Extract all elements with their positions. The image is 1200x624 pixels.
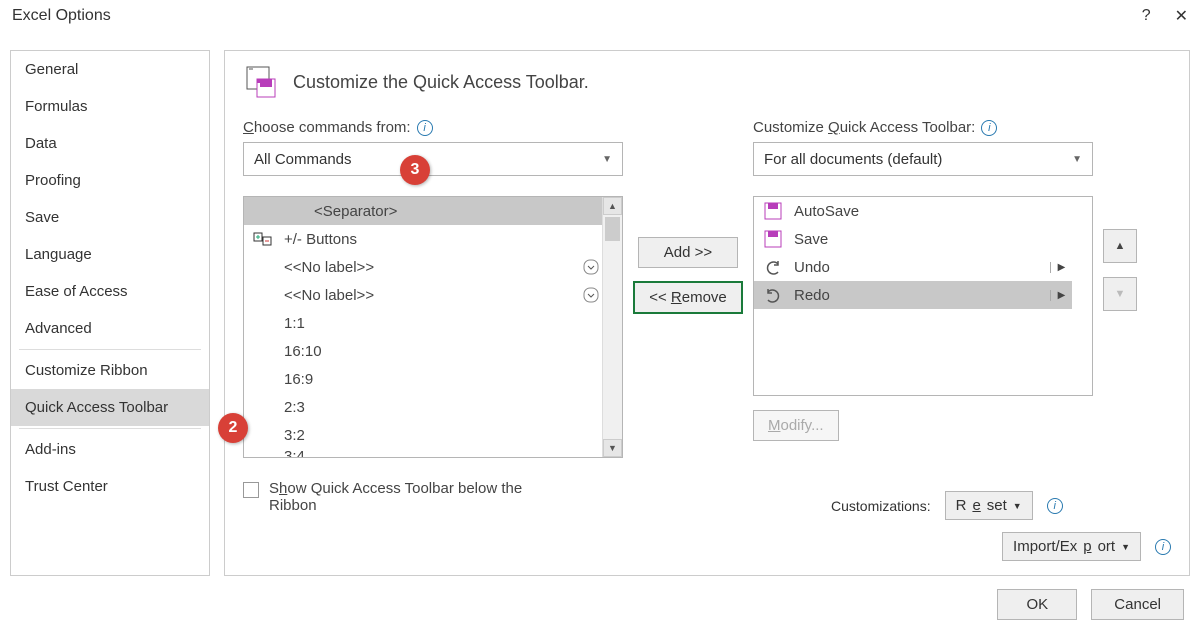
info-icon[interactable]: i <box>1047 498 1063 514</box>
add-remove-section: Add >> << Remove <box>623 119 753 514</box>
move-up-button[interactable]: ▲ <box>1103 229 1137 263</box>
ok-button[interactable]: OK <box>997 589 1077 620</box>
customizations-label: Customizations: <box>831 498 931 514</box>
choose-commands-label: Choose commands from: <box>243 119 411 136</box>
sidebar-separator <box>19 349 201 350</box>
list-item[interactable]: 2:3 <box>244 393 602 421</box>
scroll-down-button[interactable]: ▼ <box>603 439 622 457</box>
info-icon[interactable]: i <box>417 120 433 136</box>
customize-qat-section: Customize Quick Access Toolbar: i For al… <box>753 119 1093 514</box>
move-down-button: ▼ <box>1103 277 1137 311</box>
qat-heading-icon <box>243 65 281 99</box>
titlebar: Excel Options ? ✕ <box>0 0 1200 32</box>
help-button[interactable]: ? <box>1142 7 1151 25</box>
customizations-section: Customizations: Reset ▼ i Import/Export … <box>831 479 1171 561</box>
redo-icon <box>762 286 784 304</box>
list-item-autosave[interactable]: AutoSave <box>754 197 1072 225</box>
sidebar-item-ease-of-access[interactable]: Ease of Access <box>11 273 209 310</box>
info-icon[interactable]: i <box>981 120 997 136</box>
category-sidebar: General Formulas Data Proofing Save Lang… <box>10 50 210 576</box>
list-item[interactable]: 1:1 <box>244 309 602 337</box>
sidebar-item-add-ins[interactable]: Add-ins <box>11 431 209 468</box>
show-qat-below-ribbon-label: Show Quick Access Toolbar below the Ribb… <box>269 480 569 514</box>
import-export-button[interactable]: Import/Export ▼ <box>1002 532 1141 561</box>
sidebar-item-customize-ribbon[interactable]: Customize Ribbon <box>11 352 209 389</box>
list-item[interactable]: <<No label>> <box>244 281 602 309</box>
dropdown-indicator-icon <box>580 287 602 303</box>
chevron-down-icon: ▼ <box>602 154 612 165</box>
scroll-thumb[interactable] <box>605 217 620 241</box>
list-item-redo[interactable]: Redo ▶ <box>754 281 1072 309</box>
save-icon <box>762 202 784 220</box>
list-item-save[interactable]: Save <box>754 225 1072 253</box>
sidebar-item-save[interactable]: Save <box>11 199 209 236</box>
info-icon[interactable]: i <box>1155 539 1171 555</box>
reset-button[interactable]: Reset ▼ <box>945 491 1033 520</box>
add-button[interactable]: Add >> <box>638 237 738 268</box>
customize-qat-scope-combo[interactable]: For all documents (default) ▼ <box>753 142 1093 176</box>
sidebar-item-language[interactable]: Language <box>11 236 209 273</box>
scroll-up-button[interactable]: ▲ <box>603 197 622 215</box>
list-item-separator[interactable]: <Separator> <box>244 197 602 225</box>
sidebar-item-trust-center[interactable]: Trust Center <box>11 468 209 505</box>
scrollbar[interactable]: ▲ ▼ <box>602 197 622 457</box>
sidebar-item-quick-access-toolbar[interactable]: Quick Access Toolbar <box>11 389 209 426</box>
sidebar-item-proofing[interactable]: Proofing <box>11 162 209 199</box>
chevron-down-icon: ▼ <box>1072 154 1082 165</box>
dialog-title: Excel Options <box>12 7 1142 25</box>
save-icon <box>762 230 784 248</box>
dropdown-indicator-icon <box>580 259 602 275</box>
list-item[interactable]: 16:9 <box>244 365 602 393</box>
list-item[interactable]: 16:10 <box>244 337 602 365</box>
annotation-callout-2: 2 <box>218 413 248 443</box>
list-item[interactable]: +/- Buttons <box>244 225 602 253</box>
annotation-callout-3: 3 <box>400 155 430 185</box>
list-item-undo[interactable]: Undo ▶ <box>754 253 1072 281</box>
sidebar-item-formulas[interactable]: Formulas <box>11 88 209 125</box>
show-qat-below-ribbon-checkbox[interactable] <box>243 482 259 498</box>
heading-text: Customize the Quick Access Toolbar. <box>293 72 589 93</box>
excel-options-dialog: Excel Options ? ✕ General Formulas Data … <box>0 0 1200 624</box>
reorder-section: ▲ ▼ <box>1103 119 1143 514</box>
available-commands-listbox[interactable]: <Separator> +/- Buttons <<No label>> <<N… <box>243 196 623 458</box>
split-indicator-icon: ▶ <box>1050 262 1072 273</box>
plus-minus-icon <box>252 232 274 246</box>
sidebar-item-general[interactable]: General <box>11 51 209 88</box>
cancel-button[interactable]: Cancel <box>1091 589 1184 620</box>
current-qat-listbox[interactable]: AutoSave Save Undo ▶ <box>753 196 1093 396</box>
list-item[interactable]: <<No label>> <box>244 253 602 281</box>
main-panel: Customize the Quick Access Toolbar. Choo… <box>224 50 1190 576</box>
choose-commands-section: Choose commands from: i All Commands ▼ <… <box>243 119 623 514</box>
sidebar-separator <box>19 428 201 429</box>
split-indicator-icon: ▶ <box>1050 290 1072 301</box>
customize-qat-label: Customize Quick Access Toolbar: <box>753 119 975 136</box>
list-item[interactable]: 3:2 <box>244 421 602 449</box>
sidebar-item-data[interactable]: Data <box>11 125 209 162</box>
list-item[interactable]: 3:4 <box>244 449 602 457</box>
dialog-footer: OK Cancel <box>997 589 1184 620</box>
close-button[interactable]: ✕ <box>1175 6 1188 26</box>
undo-icon <box>762 258 784 276</box>
choose-commands-combo[interactable]: All Commands ▼ <box>243 142 623 176</box>
sidebar-item-advanced[interactable]: Advanced <box>11 310 209 347</box>
modify-button: Modify... <box>753 410 839 441</box>
remove-button[interactable]: << Remove <box>634 282 742 313</box>
